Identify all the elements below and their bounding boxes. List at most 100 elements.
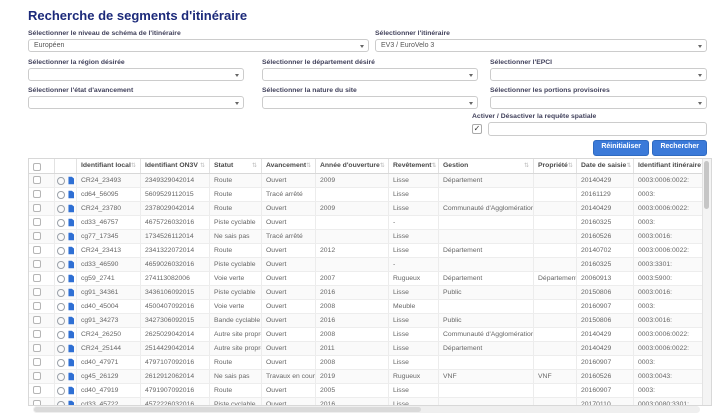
column-header[interactable]: Identifiant local⇅ (77, 159, 141, 173)
column-header[interactable]: Avancement⇅ (262, 159, 316, 173)
spatial-query-checkbox[interactable] (472, 124, 482, 134)
comment-icon[interactable] (57, 303, 65, 311)
row-checkbox[interactable] (33, 204, 41, 212)
file-icon[interactable] (68, 176, 74, 185)
comment-icon[interactable] (57, 317, 65, 325)
row-checkbox[interactable] (33, 288, 41, 296)
comment-icon[interactable] (57, 205, 65, 213)
column-header[interactable]: Revêtement⇅ (389, 159, 439, 173)
region-select[interactable] (28, 68, 244, 81)
file-icon[interactable] (68, 232, 74, 241)
search-button[interactable]: Rechercher (652, 140, 707, 156)
file-icon[interactable] (68, 246, 74, 255)
file-icon[interactable] (68, 190, 74, 199)
sort-icon[interactable]: ⇅ (131, 159, 136, 173)
comment-icon[interactable] (57, 289, 65, 297)
table-row: cg77_173451734526112014Ne sais pasTracé … (29, 230, 711, 244)
departement-select[interactable] (262, 68, 478, 81)
sort-icon[interactable]: ⇅ (432, 159, 437, 173)
sort-icon[interactable]: ⇅ (568, 159, 573, 173)
comment-icon[interactable] (57, 191, 65, 199)
comment-icon[interactable] (57, 373, 65, 381)
table-cell: 20160907 (577, 356, 634, 369)
comment-icon[interactable] (57, 387, 65, 395)
table-cell: 20140429 (577, 174, 634, 187)
file-icon[interactable] (68, 302, 74, 311)
column-header[interactable]: Identifiant itinéraire⇅ (634, 159, 705, 173)
epci-select[interactable] (490, 68, 707, 81)
comment-icon[interactable] (57, 345, 65, 353)
table-cell: 2008 (316, 328, 389, 341)
row-checkbox[interactable] (33, 190, 41, 198)
spatial-query-input[interactable] (488, 122, 707, 136)
sort-icon[interactable]: ⇅ (252, 159, 257, 173)
row-checkbox[interactable] (33, 274, 41, 282)
column-header[interactable]: Identifiant ON3V⇅ (141, 159, 210, 173)
comment-icon[interactable] (57, 177, 65, 185)
table-cell: VNF (439, 370, 534, 383)
column-header[interactable]: Gestion⇅ (439, 159, 534, 173)
row-checkbox[interactable] (33, 246, 41, 254)
comment-icon[interactable] (57, 261, 65, 269)
avancement-select[interactable] (28, 96, 244, 109)
comment-icon[interactable] (57, 247, 65, 255)
vertical-scrollbar[interactable] (702, 159, 711, 405)
table-cell: 20161129 (577, 188, 634, 201)
region-label: Sélectionner la région désirée (28, 59, 125, 66)
select-all-checkbox[interactable] (33, 163, 41, 171)
row-checkbox[interactable] (33, 330, 41, 338)
sort-icon[interactable]: ⇅ (306, 159, 311, 173)
row-checkbox[interactable] (33, 260, 41, 268)
portions-select[interactable] (490, 96, 707, 109)
file-icon[interactable] (68, 344, 74, 353)
row-select-cell (29, 328, 55, 341)
table-row: cd40_479194791907092016RouteOuvert2005Li… (29, 384, 711, 398)
file-icon[interactable] (68, 358, 74, 367)
comment-icon[interactable] (57, 331, 65, 339)
sort-icon[interactable]: ⇅ (200, 159, 205, 173)
horizontal-scrollbar-thumb[interactable] (34, 407, 421, 412)
row-checkbox[interactable] (33, 176, 41, 184)
row-checkbox[interactable] (33, 358, 41, 366)
schema-level-select[interactable]: Européen (28, 39, 369, 52)
sort-icon[interactable]: ⇅ (626, 159, 631, 173)
departement-label: Sélectionner le département désiré (262, 59, 375, 66)
row-checkbox[interactable] (33, 316, 41, 324)
file-icon[interactable] (68, 260, 74, 269)
table-cell: Ouvert (262, 328, 316, 341)
row-checkbox[interactable] (33, 302, 41, 310)
row-checkbox[interactable] (33, 218, 41, 226)
column-header[interactable]: Date de saisie⇅ (577, 159, 634, 173)
horizontal-scrollbar[interactable] (33, 406, 700, 413)
row-checkbox[interactable] (33, 386, 41, 394)
reset-button[interactable]: Réinitialiser (593, 140, 649, 156)
file-icon[interactable] (68, 288, 74, 297)
column-header[interactable]: Année d'ouverture⇅ (316, 159, 389, 173)
row-checkbox[interactable] (33, 344, 41, 352)
file-icon[interactable] (68, 274, 74, 283)
column-header-label: Année d'ouverture (320, 159, 380, 173)
file-icon[interactable] (68, 218, 74, 227)
file-icon[interactable] (68, 372, 74, 381)
itinerary-select[interactable]: EV3 / EuroVelo 3 (375, 39, 707, 52)
comment-icon[interactable] (57, 219, 65, 227)
column-header[interactable]: Propriété⇅ (534, 159, 577, 173)
table-cell: Ouvert (262, 272, 316, 285)
file-icon[interactable] (68, 204, 74, 213)
comment-icon[interactable] (57, 275, 65, 283)
table-cell: Rugueux (389, 370, 439, 383)
sort-icon[interactable]: ⇅ (524, 159, 529, 173)
vertical-scrollbar-thumb[interactable] (704, 161, 709, 209)
row-checkbox[interactable] (33, 232, 41, 240)
table-cell: 20140429 (577, 328, 634, 341)
table-cell (439, 384, 534, 397)
column-header[interactable]: Statut⇅ (210, 159, 262, 173)
file-icon[interactable] (68, 316, 74, 325)
comment-icon[interactable] (57, 233, 65, 241)
comment-icon[interactable] (57, 359, 65, 367)
row-checkbox[interactable] (33, 372, 41, 380)
file-icon[interactable] (68, 386, 74, 395)
nature-site-select[interactable] (262, 96, 478, 109)
file-icon[interactable] (68, 330, 74, 339)
sort-icon[interactable]: ⇅ (380, 159, 385, 173)
